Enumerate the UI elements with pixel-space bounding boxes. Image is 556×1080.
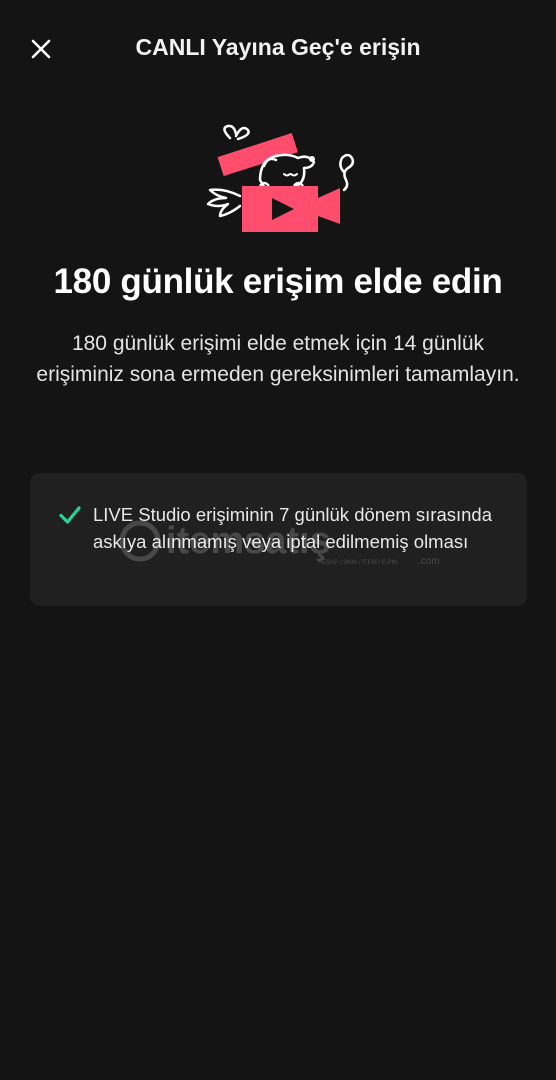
requirements-card: LIVE Studio erişiminin 7 günlük dönem sı… (30, 473, 527, 606)
page-title: CANLI Yayına Geç'e erişin (135, 34, 421, 60)
headline: 180 günlük erişim elde edin (53, 262, 503, 301)
close-button[interactable] (22, 30, 60, 68)
requirement-text: LIVE Studio erişiminin 7 günlük dönem sı… (93, 504, 492, 552)
description-text: 180 günlük erişimi elde etmek için 14 gü… (36, 332, 520, 386)
check-icon (59, 506, 81, 524)
header-bar: CANLI Yayına Geç'e erişin (0, 0, 556, 100)
close-icon (31, 39, 51, 59)
gift-box-dog-camera-illustration (206, 124, 355, 232)
